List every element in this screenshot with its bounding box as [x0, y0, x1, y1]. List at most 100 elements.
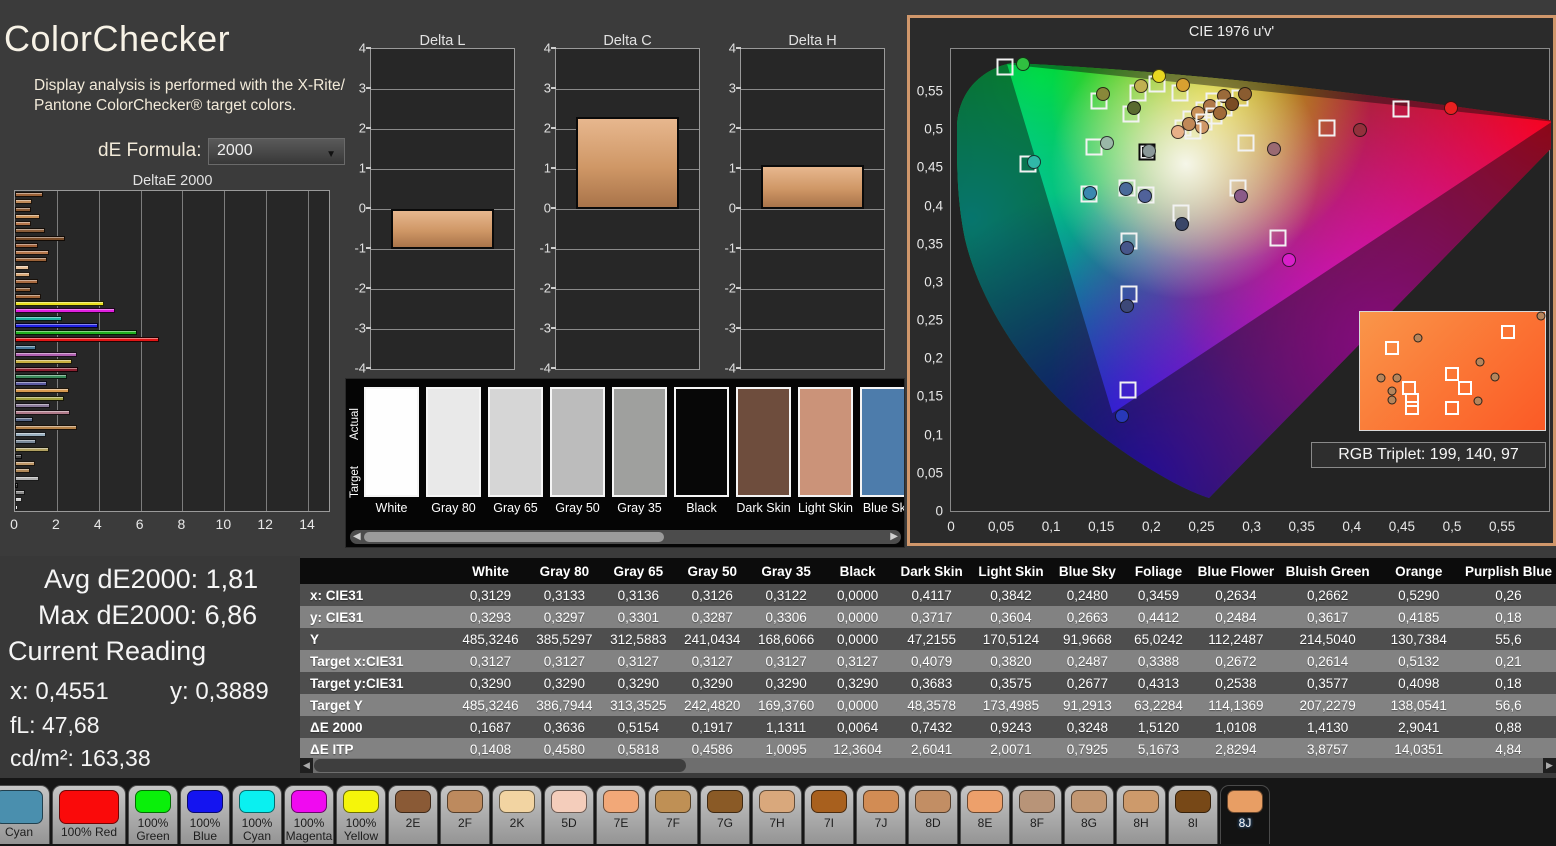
color-swatch[interactable] — [798, 387, 853, 497]
inset-measured-marker — [1475, 357, 1485, 367]
patch-tab-2k[interactable]: 2K — [492, 785, 542, 844]
measured-marker[interactable] — [1152, 68, 1167, 83]
table-cell: 0,0000 — [823, 606, 893, 628]
y-tick-label: 0 — [935, 503, 943, 519]
measured-marker[interactable] — [1182, 116, 1197, 131]
table-cell: 0,3127 — [601, 650, 676, 672]
patch-tab-7g[interactable]: 7G — [700, 785, 750, 844]
patch-tab-8j[interactable]: 8J — [1220, 785, 1270, 844]
measured-marker[interactable] — [1176, 77, 1191, 92]
target-marker[interactable] — [1392, 100, 1410, 118]
measured-marker[interactable] — [1266, 142, 1281, 157]
patch-tab-100-magenta[interactable]: 100% Magenta — [284, 785, 334, 844]
target-marker[interactable] — [996, 58, 1014, 76]
scroll-left-icon[interactable]: ◀ — [353, 531, 361, 542]
patch-tab-8e[interactable]: 8E — [960, 785, 1010, 844]
color-swatch[interactable] — [612, 387, 667, 497]
de-formula-row: dE Formula: 2000 ▼ — [0, 138, 345, 166]
patch-tab-8f[interactable]: 8F — [1012, 785, 1062, 844]
patch-tab-8i[interactable]: 8I — [1168, 785, 1218, 844]
scroll-right-icon[interactable]: ▶ — [890, 531, 898, 542]
target-marker[interactable] — [1119, 381, 1137, 399]
patch-tab-7e[interactable]: 7E — [596, 785, 646, 844]
patch-tab-cyan[interactable]: Cyan — [0, 785, 50, 844]
color-swatch[interactable] — [426, 387, 481, 497]
measured-marker[interactable] — [1224, 97, 1239, 111]
patch-tab-100-green[interactable]: 100% Green — [128, 785, 178, 844]
measured-marker[interactable] — [1027, 155, 1042, 170]
measured-marker[interactable] — [1115, 408, 1130, 423]
de-bar — [15, 388, 70, 394]
y-tick-label: -4 — [724, 360, 736, 376]
patch-tab-8h[interactable]: 8H — [1116, 785, 1166, 844]
row-label: y: CIE31 — [300, 606, 454, 628]
measured-marker[interactable] — [1237, 87, 1252, 102]
table-scrollbar-thumb[interactable] — [314, 759, 686, 772]
target-marker[interactable] — [1269, 229, 1287, 247]
color-swatch[interactable] — [550, 387, 605, 497]
scroll-right-icon[interactable]: ▶ — [1543, 758, 1556, 773]
cie-diagram-panel: CIE 1976 u'v' RGB Triplet: 199, 140, 97 … — [907, 15, 1556, 546]
patch-tab-label: 100% Cyan — [241, 816, 273, 843]
measured-marker[interactable] — [1142, 143, 1157, 158]
measured-marker[interactable] — [1083, 186, 1098, 201]
patch-tab-7h[interactable]: 7H — [752, 785, 802, 844]
patch-tab-7f[interactable]: 7F — [648, 785, 698, 844]
de-formula-dropdown[interactable]: 2000 ▼ — [208, 138, 345, 165]
gridline — [266, 191, 268, 511]
target-marker[interactable] — [1237, 134, 1255, 152]
swatch-scrollbar-thumb[interactable] — [364, 532, 664, 542]
swatch-scrollbar[interactable]: ◀ ▶ — [350, 530, 901, 544]
color-swatch[interactable] — [674, 387, 729, 497]
table-cell: 0,4079 — [892, 650, 972, 672]
patch-tab-2f[interactable]: 2F — [440, 785, 490, 844]
measured-marker[interactable] — [1138, 188, 1153, 203]
patch-tab-7j[interactable]: 7J — [856, 785, 906, 844]
patch-tab-label: 100% Blue — [189, 816, 221, 843]
color-swatch[interactable] — [364, 387, 419, 497]
color-swatch[interactable] — [860, 387, 904, 497]
gridline — [741, 329, 884, 330]
measured-marker[interactable] — [1443, 100, 1458, 115]
target-marker[interactable] — [1318, 119, 1336, 137]
row-label: Target Y — [300, 694, 454, 716]
measurement-table-wrap: White Gray 80 Gray 65 Gray 50 Gray 35 Black Da… — [300, 558, 1556, 758]
color-swatch[interactable] — [736, 387, 791, 497]
scroll-left-icon[interactable]: ◀ — [300, 758, 313, 773]
de-bar — [15, 497, 23, 503]
measured-marker[interactable] — [1127, 100, 1142, 115]
measured-marker[interactable] — [1281, 252, 1296, 267]
gridline — [224, 191, 226, 511]
patch-tab-100-yellow[interactable]: 100% Yellow — [336, 785, 386, 844]
measured-marker[interactable] — [1119, 181, 1134, 196]
x-tick-label: 0,35 — [1288, 519, 1315, 534]
patch-tab-8d[interactable]: 8D — [908, 785, 958, 844]
patch-tab-100-blue[interactable]: 100% Blue — [180, 785, 230, 844]
column-header: Blue Flower — [1193, 558, 1279, 584]
color-swatch[interactable] — [488, 387, 543, 497]
measured-marker[interactable] — [1120, 298, 1135, 313]
patch-tab-7i[interactable]: 7I — [804, 785, 854, 844]
patch-tab-100-red[interactable]: 100% Red — [52, 785, 126, 844]
table-cell: 4,84 — [1460, 738, 1556, 758]
measured-marker[interactable] — [1134, 78, 1149, 93]
patch-tab-8g[interactable]: 8G — [1064, 785, 1114, 844]
patch-tab-100-cyan[interactable]: 100% Cyan — [232, 785, 282, 844]
patch-color-swatch — [59, 790, 119, 824]
measured-marker[interactable] — [1352, 122, 1367, 137]
measured-marker[interactable] — [1096, 87, 1111, 102]
measured-marker[interactable] — [1016, 57, 1031, 72]
patch-tab-2e[interactable]: 2E — [388, 785, 438, 844]
table-cell: 0,0000 — [823, 694, 893, 716]
de-bar — [15, 315, 62, 321]
table-cell: 241,0434 — [675, 628, 750, 650]
measured-marker[interactable] — [1212, 106, 1227, 121]
measured-marker[interactable] — [1120, 240, 1135, 255]
table-cell: 0,0000 — [823, 584, 893, 606]
table-scrollbar[interactable]: ◀ ▶ — [300, 758, 1556, 773]
y-tick-label: 0,35 — [916, 236, 943, 252]
measured-marker[interactable] — [1100, 135, 1115, 150]
measured-marker[interactable] — [1175, 216, 1190, 231]
measured-marker[interactable] — [1233, 188, 1248, 203]
patch-tab-5d[interactable]: 5D — [544, 785, 594, 844]
